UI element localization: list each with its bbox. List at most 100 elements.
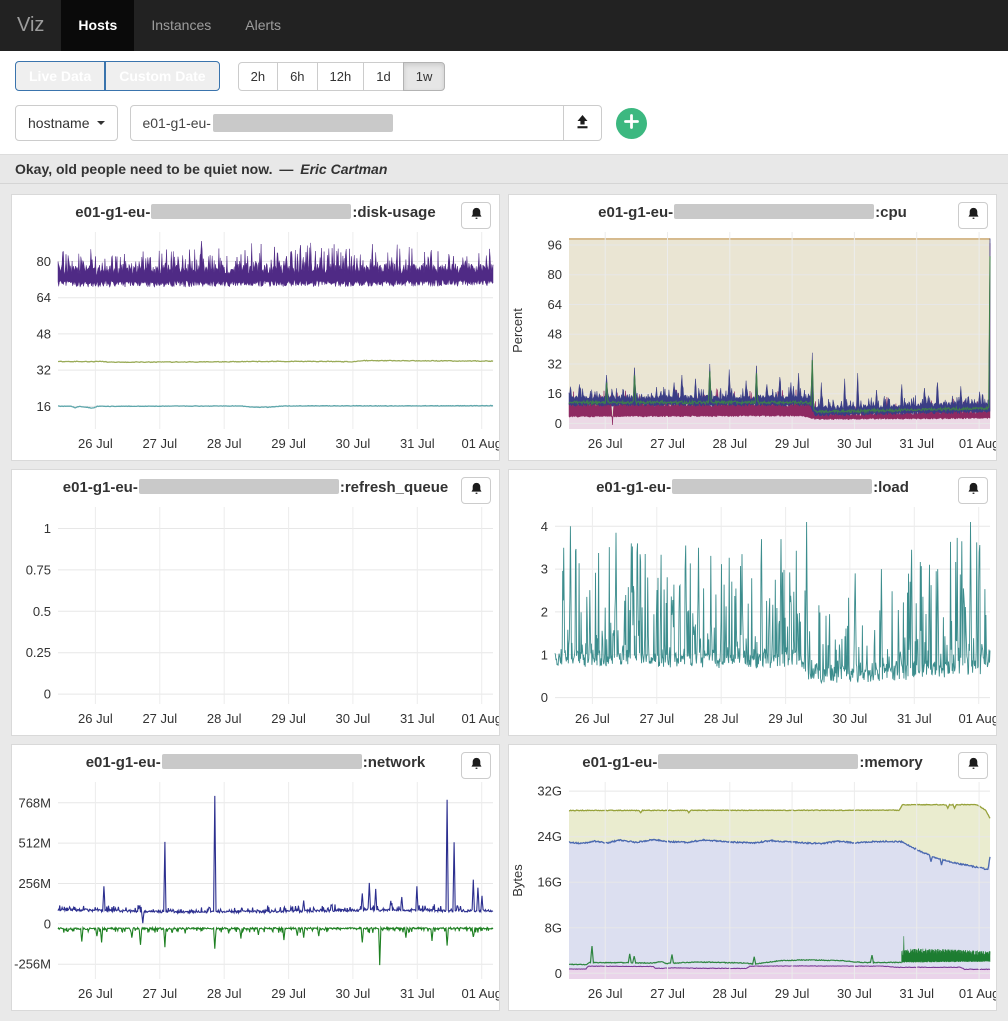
alert-bell-button[interactable] bbox=[461, 477, 491, 504]
svg-text:0.75: 0.75 bbox=[26, 562, 51, 577]
field-selector-dropdown[interactable]: hostname bbox=[15, 105, 118, 141]
range-button-12h[interactable]: 12h bbox=[317, 62, 365, 91]
svg-text:26 Jul: 26 Jul bbox=[78, 711, 113, 726]
redacted-hostname bbox=[151, 204, 351, 219]
svg-text:28 Jul: 28 Jul bbox=[712, 986, 747, 1001]
top-nav: Viz HostsInstancesAlerts bbox=[0, 0, 1008, 51]
svg-text:48: 48 bbox=[37, 326, 51, 341]
quote-text: Okay, old people need to be quiet now. bbox=[15, 161, 272, 177]
chart-plot[interactable]: 00.250.50.75126 Jul27 Jul28 Jul29 Jul30 … bbox=[12, 501, 499, 730]
svg-text:0: 0 bbox=[44, 916, 51, 931]
host-search-input[interactable]: e01-g1-eu- bbox=[130, 105, 564, 141]
host-search-value: e01-g1-eu- bbox=[142, 115, 211, 131]
redacted-hostname bbox=[674, 204, 874, 219]
bell-icon bbox=[967, 482, 980, 499]
svg-text:16: 16 bbox=[548, 386, 562, 401]
chart-plot[interactable]: 016324864809626 Jul27 Jul28 Jul29 Jul30 … bbox=[509, 226, 996, 455]
redacted-hostname bbox=[213, 114, 393, 132]
range-button-1d[interactable]: 1d bbox=[363, 62, 403, 91]
svg-text:29 Jul: 29 Jul bbox=[775, 986, 810, 1001]
chart-panel-refresh_queue: e01-g1-eu-:refresh_queue 00.250.50.75126… bbox=[11, 469, 500, 736]
bell-icon bbox=[967, 207, 980, 224]
svg-text:31 Jul: 31 Jul bbox=[899, 986, 934, 1001]
svg-text:0: 0 bbox=[541, 690, 548, 705]
svg-text:27 Jul: 27 Jul bbox=[650, 986, 685, 1001]
svg-text:80: 80 bbox=[548, 267, 562, 282]
svg-text:27 Jul: 27 Jul bbox=[142, 986, 177, 1001]
svg-text:29 Jul: 29 Jul bbox=[775, 436, 810, 451]
svg-text:-256M: -256M bbox=[14, 957, 51, 972]
bell-icon bbox=[470, 757, 483, 774]
svg-text:31 Jul: 31 Jul bbox=[899, 436, 934, 451]
svg-text:26 Jul: 26 Jul bbox=[588, 986, 623, 1001]
range-button-2h[interactable]: 2h bbox=[238, 62, 278, 91]
svg-text:8G: 8G bbox=[545, 920, 562, 935]
svg-text:27 Jul: 27 Jul bbox=[639, 711, 674, 726]
range-button-6h[interactable]: 6h bbox=[277, 62, 317, 91]
svg-text:01 Aug: 01 Aug bbox=[958, 711, 996, 726]
alert-bell-button[interactable] bbox=[958, 752, 988, 779]
chart-plot[interactable]: -256M0256M512M768M26 Jul27 Jul28 Jul29 J… bbox=[12, 776, 499, 1005]
svg-text:01 Aug: 01 Aug bbox=[959, 436, 996, 451]
svg-text:Percent: Percent bbox=[510, 308, 525, 353]
alert-bell-button[interactable] bbox=[958, 202, 988, 229]
svg-text:30 Jul: 30 Jul bbox=[336, 986, 371, 1001]
chart-title: e01-g1-eu-:cpu bbox=[509, 202, 996, 225]
svg-text:0: 0 bbox=[44, 687, 51, 702]
chart-plot[interactable]: 0123426 Jul27 Jul28 Jul29 Jul30 Jul31 Ju… bbox=[509, 501, 996, 730]
brand: Viz bbox=[0, 0, 61, 51]
chevron-down-icon bbox=[97, 121, 105, 125]
plus-icon bbox=[624, 114, 639, 132]
redacted-hostname bbox=[658, 754, 858, 769]
svg-text:30 Jul: 30 Jul bbox=[336, 711, 371, 726]
alert-bell-button[interactable] bbox=[461, 752, 491, 779]
chart-title: e01-g1-eu-:load bbox=[509, 477, 996, 500]
tab-alerts[interactable]: Alerts bbox=[228, 0, 298, 51]
redacted-hostname bbox=[162, 754, 362, 769]
alert-bell-button[interactable] bbox=[958, 477, 988, 504]
svg-text:48: 48 bbox=[548, 327, 562, 342]
chart-panel-memory: e01-g1-eu-:memory 08G16G24G32G26 Jul27 J… bbox=[508, 744, 997, 1011]
chart-panel-disk-usage: e01-g1-eu-:disk-usage 163248648026 Jul27… bbox=[11, 194, 500, 461]
svg-text:96: 96 bbox=[548, 238, 562, 253]
chart-plot[interactable]: 163248648026 Jul27 Jul28 Jul29 Jul30 Jul… bbox=[12, 226, 499, 455]
chart-plot[interactable]: 08G16G24G32G26 Jul27 Jul28 Jul29 Jul30 J… bbox=[509, 776, 996, 1005]
chart-title: e01-g1-eu-:memory bbox=[509, 752, 996, 775]
upload-icon bbox=[575, 114, 590, 133]
svg-text:27 Jul: 27 Jul bbox=[142, 436, 177, 451]
svg-text:28 Jul: 28 Jul bbox=[704, 711, 739, 726]
redacted-hostname bbox=[672, 479, 872, 494]
redacted-hostname bbox=[139, 479, 339, 494]
svg-text:01 Aug: 01 Aug bbox=[461, 436, 499, 451]
svg-text:0.5: 0.5 bbox=[33, 604, 51, 619]
svg-text:29 Jul: 29 Jul bbox=[271, 986, 306, 1001]
custom-date-button[interactable]: Custom Date bbox=[105, 61, 219, 91]
svg-text:28 Jul: 28 Jul bbox=[207, 986, 242, 1001]
svg-text:29 Jul: 29 Jul bbox=[271, 711, 306, 726]
add-host-button[interactable] bbox=[616, 108, 647, 139]
nav-tabs: HostsInstancesAlerts bbox=[61, 0, 298, 51]
tab-hosts[interactable]: Hosts bbox=[61, 0, 134, 51]
tab-instances[interactable]: Instances bbox=[134, 0, 228, 51]
svg-text:27 Jul: 27 Jul bbox=[142, 711, 177, 726]
svg-text:0: 0 bbox=[555, 966, 562, 981]
svg-text:256M: 256M bbox=[18, 876, 51, 891]
svg-text:26 Jul: 26 Jul bbox=[78, 986, 113, 1001]
live-data-button[interactable]: Live Data bbox=[15, 61, 105, 91]
alert-bell-button[interactable] bbox=[461, 202, 491, 229]
svg-text:3: 3 bbox=[541, 562, 548, 577]
svg-text:64: 64 bbox=[548, 297, 562, 312]
svg-text:28 Jul: 28 Jul bbox=[712, 436, 747, 451]
svg-text:4: 4 bbox=[541, 519, 548, 534]
svg-text:26 Jul: 26 Jul bbox=[575, 711, 610, 726]
svg-text:01 Aug: 01 Aug bbox=[461, 711, 499, 726]
svg-text:31 Jul: 31 Jul bbox=[897, 711, 932, 726]
svg-text:31 Jul: 31 Jul bbox=[400, 711, 435, 726]
quote-bar: Okay, old people need to be quiet now. —… bbox=[0, 154, 1008, 184]
svg-text:32: 32 bbox=[548, 357, 562, 372]
svg-text:31 Jul: 31 Jul bbox=[400, 436, 435, 451]
svg-text:27 Jul: 27 Jul bbox=[650, 436, 685, 451]
range-button-1w[interactable]: 1w bbox=[403, 62, 446, 91]
upload-button[interactable] bbox=[563, 105, 602, 141]
svg-text:30 Jul: 30 Jul bbox=[837, 436, 872, 451]
